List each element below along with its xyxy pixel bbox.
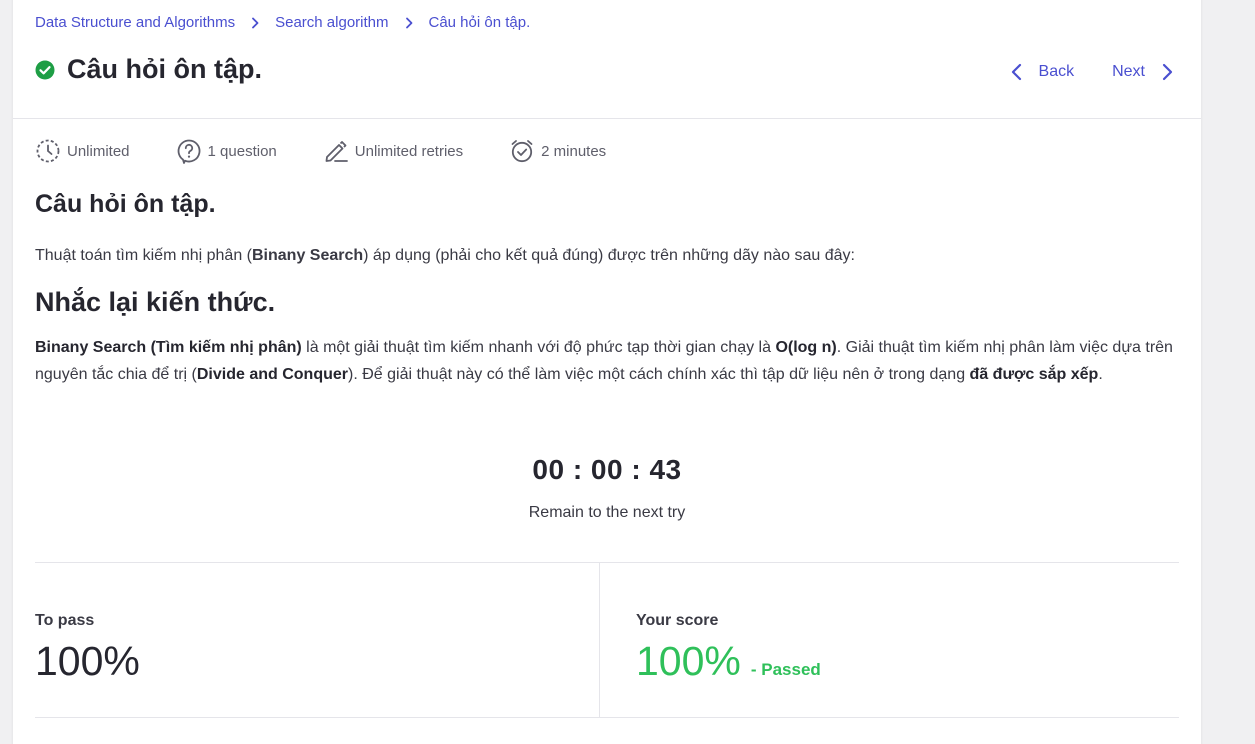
meta-retries-label: Unlimited retries [354,142,464,160]
retry-timer: 00 : 00 : 43 Remain to the next try [35,454,1179,522]
explanation-text: Binany Search (Tìm kiếm nhị phân) là một… [35,334,1179,388]
explanation-bold: O(log n) [775,339,837,356]
check-circle-icon [35,60,55,80]
header-divider [13,118,1201,119]
lesson-navigation: Back Next [1007,62,1177,82]
quiz-card: Data Structure and Algorithms Search alg… [13,0,1201,744]
breadcrumb-item-course[interactable]: Data Structure and Algorithms [35,14,235,31]
quiz-content: Câu hỏi ôn tập. Thuật toán tìm kiếm nhị … [35,190,1179,388]
your-score-label: Your score [636,612,719,629]
countdown-timer: 00 : 00 : 43 [532,454,682,485]
review-heading: Nhắc lại kiến thức. [35,287,276,317]
quiz-heading: Câu hỏi ôn tập. [35,190,216,218]
meta-questions: 1 question [176,138,277,164]
passed-status: - Passed [750,660,821,679]
back-button[interactable]: Back [1007,62,1075,82]
to-pass-panel: To pass 100% [35,612,140,685]
chevron-left-icon [1007,62,1027,82]
question-bubble-icon [176,138,202,164]
quiz-meta: Unlimited 1 question Unlimited retries 2… [35,138,652,164]
meta-time-limit: Unlimited [35,138,130,164]
chevron-right-icon [235,17,275,29]
page-title: Câu hỏi ôn tập. [67,54,262,84]
question-text-part: ) áp dụng (phải cho kết quả đúng) được t… [363,247,855,264]
question-text: Thuật toán tìm kiếm nhị phân (Binany Sea… [35,243,1179,269]
back-label: Back [1038,63,1075,80]
explanation-part: là một giải thuật tìm kiếm nhanh với độ … [301,339,776,356]
to-pass-label: To pass [35,612,95,629]
next-label: Next [1112,63,1145,80]
clock-icon [35,138,61,164]
your-score-value: 100% [636,638,741,684]
explanation-part: ). Để giải thuật này có thể làm việc một… [348,366,970,383]
breadcrumb: Data Structure and Algorithms Search alg… [35,14,530,31]
meta-questions-label: 1 question [207,142,277,160]
to-pass-value: 100% [35,638,140,684]
score-divider-top [35,562,1179,563]
your-score-panel: Your score 100% - Passed [636,612,821,685]
timer-caption: Remain to the next try [528,504,686,521]
chevron-right-icon [389,17,429,29]
alarm-clock-icon [509,138,535,164]
score-divider-vertical [599,563,600,717]
explanation-bold: Divide and Conquer [196,366,348,383]
breadcrumb-item-current[interactable]: Câu hỏi ôn tập. [429,14,531,31]
chevron-right-icon [1157,62,1177,82]
breadcrumb-item-section[interactable]: Search algorithm [275,14,388,31]
meta-duration: 2 minutes [509,138,606,164]
next-button[interactable]: Next [1112,62,1177,82]
meta-duration-label: 2 minutes [541,142,607,160]
explanation-bold: đã được sắp xếp [969,366,1099,383]
explanation-bold: Binany Search (Tìm kiếm nhị phân) [35,339,302,356]
meta-retries: Unlimited retries [323,138,463,164]
meta-time-limit-label: Unlimited [67,142,130,160]
score-divider-bottom [35,717,1179,718]
question-text-bold: Binany Search [252,247,364,264]
pencil-icon [323,138,349,164]
explanation-part: . [1098,366,1103,383]
page-header: Câu hỏi ôn tập. [35,54,262,85]
question-text-part: Thuật toán tìm kiếm nhị phân ( [35,247,252,264]
your-score-row: 100% - Passed [636,638,821,685]
